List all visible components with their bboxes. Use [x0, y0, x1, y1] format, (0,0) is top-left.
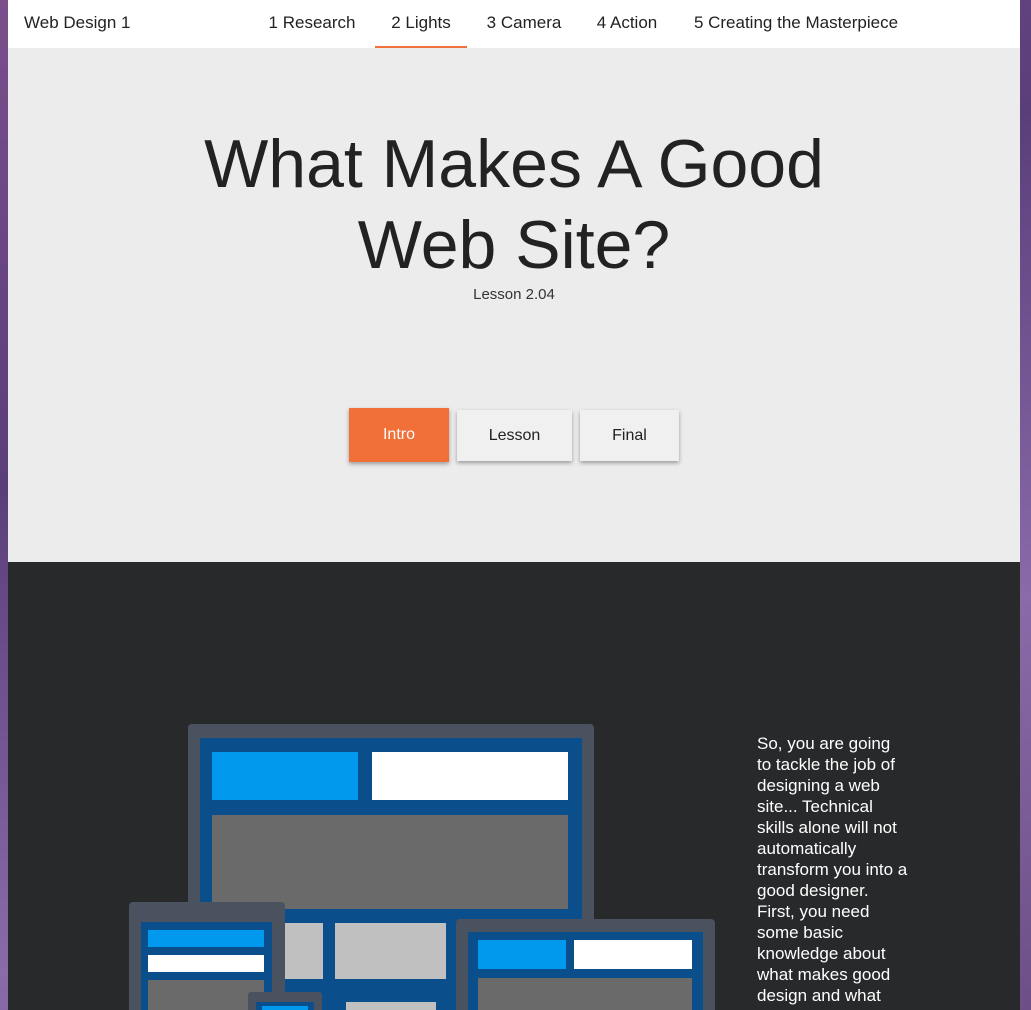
intro-button[interactable]: Intro	[349, 408, 449, 462]
page-title-line-1: What Makes A Good	[204, 126, 824, 202]
page: Web Design 1 1 Research 2 Lights 3 Camer…	[8, 0, 1020, 1010]
phone-icon	[248, 992, 322, 1010]
laptop-icon	[456, 919, 715, 1010]
responsive-devices-illustration	[129, 724, 715, 1010]
page-title-line-2: Web Site?	[357, 207, 671, 283]
nav-item-camera[interactable]: 3 Camera	[485, 0, 563, 46]
site-brand[interactable]: Web Design 1	[24, 0, 130, 45]
nav-item-lights[interactable]: 2 Lights	[375, 0, 467, 48]
intro-section: So, you are going to tackle the job of d…	[8, 562, 1020, 1010]
lesson-number: Lesson 2.04	[473, 286, 555, 303]
nav-item-action[interactable]: 4 Action	[594, 0, 660, 46]
page-title: What Makes A Good Web Site?	[8, 124, 1020, 286]
intro-paragraph: So, you are going to tackle the job of d…	[757, 734, 908, 1010]
lesson-button[interactable]: Lesson	[457, 410, 572, 461]
top-navbar: Web Design 1 1 Research 2 Lights 3 Camer…	[8, 0, 1020, 48]
nav-item-creating-masterpiece[interactable]: 5 Creating the Masterpiece	[692, 0, 900, 46]
final-button[interactable]: Final	[580, 410, 679, 461]
nav-item-research[interactable]: 1 Research	[267, 0, 357, 46]
